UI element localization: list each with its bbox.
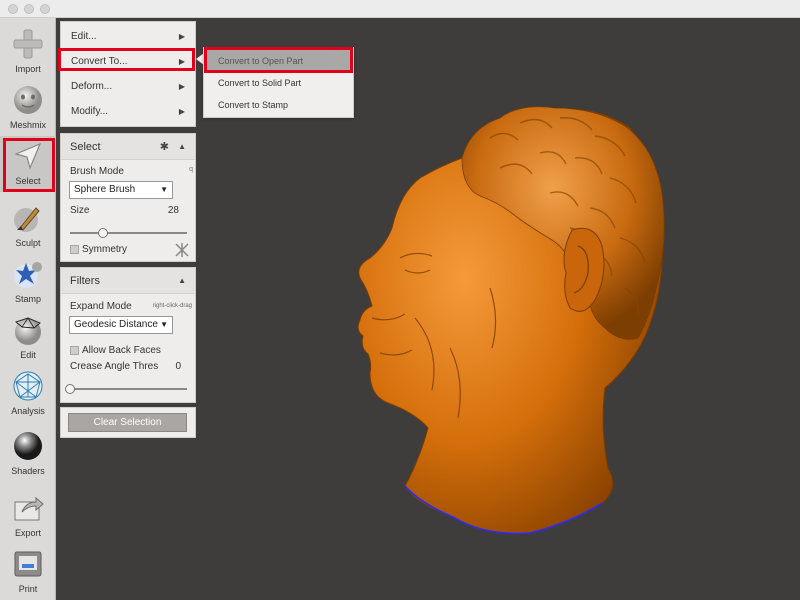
crease-angle-value: 0 — [175, 361, 181, 372]
edit-menu-panel: Edit... ▶ Convert To... ▶ Deform... ▶ Mo… — [60, 21, 196, 127]
expand-mode-value: Geodesic Distance — [74, 319, 158, 330]
window-zoom-button[interactable] — [40, 4, 50, 14]
tool-print[interactable]: Print — [0, 544, 56, 600]
chevron-down-icon: ▼ — [160, 320, 168, 329]
brush-mode-label: Brush Mode — [70, 166, 124, 177]
size-slider-thumb[interactable] — [97, 228, 108, 238]
collapse-icon[interactable]: ▲ — [178, 134, 186, 160]
expand-mode-select[interactable]: Geodesic Distance ▼ — [69, 316, 173, 334]
collapse-icon[interactable]: ▲ — [178, 268, 186, 294]
select-panel: Select ✱ ▲ Brush Mode q Sphere Brush ▼ S… — [60, 133, 196, 262]
symmetry-checkbox[interactable] — [70, 245, 79, 254]
chevron-right-icon: ▶ — [178, 57, 185, 66]
tool-label: Print — [18, 584, 38, 594]
menu-item-label: Deform... — [71, 81, 113, 92]
head-model[interactable] — [357, 106, 665, 535]
tool-label: Analysis — [11, 406, 45, 416]
panel-title: Filters — [70, 275, 100, 287]
printer-icon — [14, 551, 42, 577]
tool-export[interactable]: Export — [0, 488, 56, 544]
allow-back-faces-label: Allow Back Faces — [82, 345, 161, 356]
analysis-icon — [13, 371, 43, 401]
face-icon — [14, 86, 42, 114]
brush-icon — [14, 207, 40, 232]
tool-analysis[interactable]: Analysis — [0, 366, 56, 422]
tool-import[interactable]: Import — [0, 24, 56, 80]
window-title-bar — [0, 0, 800, 18]
size-label: Size — [70, 205, 90, 216]
main-toolbar: Import Meshmix Select Sculpt Stamp Edit … — [0, 18, 56, 600]
panel-title: Select — [70, 141, 101, 153]
crease-angle-slider-track[interactable] — [70, 388, 187, 390]
menu-item-convert-to[interactable]: Convert To... ▶ — [61, 49, 195, 74]
tool-label: Import — [15, 64, 41, 74]
allow-back-faces-checkbox[interactable] — [70, 346, 79, 355]
tool-stamp[interactable]: Stamp — [0, 254, 56, 310]
tool-label: Stamp — [14, 294, 41, 304]
sphere-icon — [14, 432, 42, 460]
3d-viewport[interactable] — [200, 18, 800, 600]
tool-meshmix[interactable]: Meshmix — [0, 80, 56, 136]
tool-sculpt[interactable]: Sculpt — [0, 198, 56, 254]
tool-select[interactable]: Select — [0, 136, 56, 192]
stamp-icon — [14, 262, 42, 288]
window-close-button[interactable] — [8, 4, 18, 14]
brush-mode-hint: q — [189, 166, 193, 173]
tool-label: Meshmix — [9, 120, 46, 130]
crease-angle-label: Crease Angle Thres — [70, 361, 159, 372]
menu-item-label: Modify... — [71, 106, 109, 117]
tool-label: Export — [14, 528, 41, 538]
brush-mode-value: Sphere Brush — [74, 184, 136, 195]
tool-label: Shaders — [11, 466, 45, 476]
window-minimize-button[interactable] — [24, 4, 34, 14]
tool-edit[interactable]: Edit — [0, 310, 56, 366]
brush-mode-select[interactable]: Sphere Brush ▼ — [69, 181, 173, 199]
symmetry-tool-icon[interactable] — [175, 243, 189, 257]
expand-mode-label: Expand Mode — [70, 301, 132, 312]
expand-mode-hint: right-click-drag — [152, 303, 192, 309]
symmetry-label: Symmetry — [82, 244, 127, 255]
chevron-right-icon: ▶ — [178, 32, 185, 41]
menu-item-label: Convert To... — [71, 56, 128, 67]
size-value: 28 — [167, 205, 179, 216]
mesh-edit-icon — [14, 317, 41, 345]
menu-item-edit[interactable]: Edit... ▶ — [61, 24, 195, 49]
tool-label: Sculpt — [15, 238, 41, 248]
select-panel-header[interactable]: Select ✱ ▲ — [61, 134, 195, 160]
gear-icon[interactable]: ✱ — [160, 134, 169, 160]
clear-selection-button[interactable]: Clear Selection — [68, 413, 187, 432]
menu-item-modify[interactable]: Modify... ▶ — [61, 99, 195, 124]
filters-panel: Filters ▲ Expand Mode right-click-drag G… — [60, 267, 196, 403]
crease-angle-slider-thumb[interactable] — [65, 384, 75, 394]
menu-item-label: Edit... — [71, 31, 97, 42]
filters-panel-header[interactable]: Filters ▲ — [61, 268, 195, 294]
export-icon — [14, 496, 44, 521]
chevron-right-icon: ▶ — [178, 107, 185, 116]
cursor-arrow-icon — [14, 142, 42, 170]
tool-shaders[interactable]: Shaders — [0, 426, 56, 482]
size-slider-track[interactable] — [70, 232, 187, 234]
plus-icon — [13, 29, 43, 59]
chevron-down-icon: ▼ — [160, 185, 168, 194]
chevron-right-icon: ▶ — [178, 82, 185, 91]
tool-label: Select — [15, 176, 41, 186]
tool-label: Edit — [20, 350, 36, 360]
menu-item-deform[interactable]: Deform... ▶ — [61, 74, 195, 99]
